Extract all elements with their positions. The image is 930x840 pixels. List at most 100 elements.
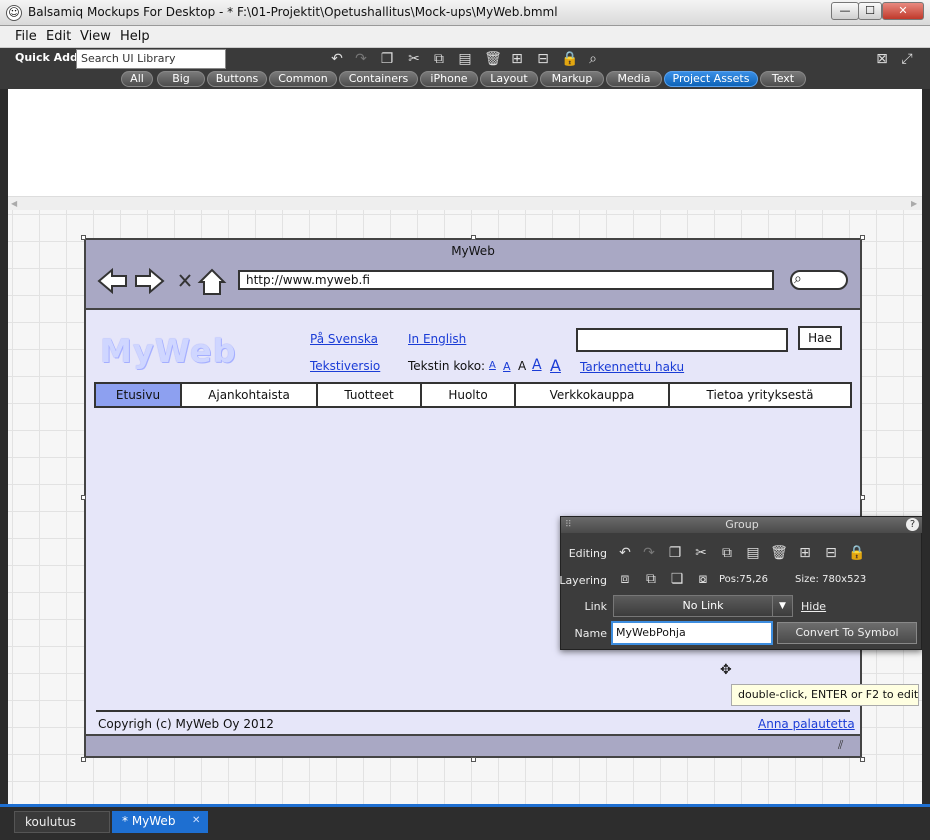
- site-search-input[interactable]: [576, 328, 788, 352]
- tab-common[interactable]: Common: [269, 71, 337, 87]
- quick-add-toolbar: Quick Add: Search UI Library ↶ ↷ ❐ ✂ ⧉ ▤…: [0, 48, 930, 70]
- tab-text[interactable]: Text: [760, 71, 806, 87]
- horizontal-scrollbar[interactable]: ◀ ▶: [8, 196, 922, 210]
- nav-tab-huolto[interactable]: Huolto: [422, 384, 516, 406]
- back-arrow-icon: [97, 267, 127, 295]
- menu-view[interactable]: View: [80, 29, 111, 44]
- tab-iphone[interactable]: iPhone: [420, 71, 478, 87]
- lock-icon[interactable]: 🔒: [847, 543, 867, 563]
- scroll-left-icon[interactable]: ◀: [11, 199, 17, 208]
- bring-forward-icon[interactable]: ⧉: [641, 569, 661, 589]
- tab-markup[interactable]: Markup: [540, 71, 604, 87]
- resize-grip-icon[interactable]: ⫽: [838, 738, 843, 753]
- link-tekstiversio[interactable]: Tekstiversio: [310, 359, 380, 373]
- delete-mockup-icon[interactable]: ⊠: [873, 50, 891, 68]
- tab-buttons[interactable]: Buttons: [207, 71, 267, 87]
- send-to-back-icon[interactable]: ⧇: [693, 569, 713, 589]
- nav-tab-tietoa-yrityksesta[interactable]: Tietoa yrityksestä: [670, 384, 850, 406]
- hae-button[interactable]: Hae: [798, 326, 842, 350]
- selection-handle[interactable]: [81, 495, 86, 500]
- scroll-right-icon[interactable]: ▶: [911, 199, 917, 208]
- text-size-l[interactable]: A: [532, 357, 542, 373]
- layering-label: Layering: [559, 574, 607, 587]
- selection-handle[interactable]: [81, 235, 86, 240]
- paste-icon[interactable]: ▤: [456, 50, 474, 68]
- lock-icon[interactable]: 🔒: [561, 50, 579, 68]
- bring-to-front-icon[interactable]: ⧈: [615, 569, 635, 589]
- maximize-button[interactable]: ☐: [858, 2, 882, 20]
- redo-icon[interactable]: ↷: [639, 543, 659, 563]
- cut-icon[interactable]: ✂: [405, 50, 423, 68]
- link-pa-svenska[interactable]: På Svenska: [310, 332, 378, 346]
- name-field[interactable]: MyWebPohja: [611, 621, 773, 645]
- nav-tab-ajankohtaista[interactable]: Ajankohtaista: [182, 384, 318, 406]
- tab-media[interactable]: Media: [606, 71, 662, 87]
- drag-grip-icon[interactable]: ⠿: [565, 517, 572, 533]
- ungroup-icon[interactable]: ⊟: [821, 543, 841, 563]
- menu-help[interactable]: Help: [120, 29, 150, 44]
- selection-handle[interactable]: [471, 235, 476, 240]
- footer-divider: [96, 710, 850, 712]
- fullscreen-icon[interactable]: ⤢: [898, 50, 916, 68]
- selection-handle[interactable]: [471, 757, 476, 762]
- tab-big[interactable]: Big: [157, 71, 205, 87]
- nav-tab-etusivu[interactable]: Etusivu: [96, 384, 182, 406]
- tab-containers[interactable]: Containers: [339, 71, 418, 87]
- text-size-xs[interactable]: A: [489, 360, 496, 371]
- tab-all[interactable]: All: [121, 71, 153, 87]
- link-tarkennettu-haku[interactable]: Tarkennettu haku: [580, 360, 684, 374]
- copy-icon[interactable]: ⧉: [430, 50, 448, 68]
- selection-handle[interactable]: [81, 757, 86, 762]
- position-value: 75,26: [739, 574, 769, 585]
- duplicate-icon[interactable]: ❐: [378, 50, 396, 68]
- document-tab-bar: koulutus * MyWeb ✕: [0, 804, 930, 840]
- paste-icon[interactable]: ▤: [743, 543, 763, 563]
- chevron-down-icon[interactable]: ▼: [772, 596, 792, 616]
- inspector-header[interactable]: ⠿ Group ?: [561, 517, 922, 533]
- minimize-button[interactable]: —: [831, 2, 859, 20]
- delete-icon[interactable]: 🗑: [769, 543, 789, 563]
- browser-search-field[interactable]: ⌕: [790, 270, 848, 290]
- menu-edit[interactable]: Edit: [46, 29, 71, 44]
- ungroup-icon[interactable]: ⊟: [534, 50, 552, 68]
- mockup-canvas[interactable]: MyWeb http://www.myweb.fi ⌕ MyWeb På Sve…: [8, 210, 922, 804]
- duplicate-icon[interactable]: ❐: [665, 543, 685, 563]
- search-ui-library-input[interactable]: Search UI Library: [76, 49, 226, 69]
- search-icon[interactable]: ⌕: [584, 50, 602, 68]
- nav-tab-verkkokauppa[interactable]: Verkkokauppa: [516, 384, 670, 406]
- doc-tab-myweb[interactable]: * MyWeb ✕: [112, 811, 208, 833]
- undo-icon[interactable]: ↶: [615, 543, 635, 563]
- browser-title: MyWeb: [451, 244, 495, 258]
- text-size-s[interactable]: A: [503, 360, 511, 373]
- window-title-bar: ☺ Balsamiq Mockups For Desktop - * F:\01…: [0, 0, 930, 26]
- convert-to-symbol-button[interactable]: Convert To Symbol: [777, 622, 917, 644]
- address-bar[interactable]: http://www.myweb.fi: [238, 270, 774, 290]
- selection-handle[interactable]: [860, 495, 865, 500]
- link-dropdown[interactable]: No Link ▼: [613, 595, 793, 617]
- move-cursor-icon: ✥: [720, 662, 732, 678]
- group-icon[interactable]: ⊞: [508, 50, 526, 68]
- selection-handle[interactable]: [860, 235, 865, 240]
- tab-layout[interactable]: Layout: [480, 71, 538, 87]
- redo-icon[interactable]: ↷: [352, 50, 370, 68]
- nav-tab-tuotteet[interactable]: Tuotteet: [318, 384, 422, 406]
- copy-icon[interactable]: ⧉: [717, 543, 737, 563]
- text-size-m[interactable]: A: [518, 359, 526, 373]
- tab-project-assets[interactable]: Project Assets: [664, 71, 758, 87]
- link-anna-palautetta[interactable]: Anna palautetta: [758, 717, 855, 731]
- group-icon[interactable]: ⊞: [795, 543, 815, 563]
- text-size-xl[interactable]: A: [550, 356, 561, 375]
- link-in-english[interactable]: In English: [408, 332, 466, 346]
- doc-tab-koulutus[interactable]: koulutus: [14, 811, 110, 833]
- browser-window-mockup[interactable]: MyWeb http://www.myweb.fi ⌕ MyWeb På Sve…: [84, 238, 862, 758]
- hide-link[interactable]: Hide: [801, 600, 826, 613]
- selection-handle[interactable]: [860, 757, 865, 762]
- menu-file[interactable]: File: [15, 29, 37, 44]
- delete-icon[interactable]: 🗑: [484, 50, 502, 68]
- close-window-button[interactable]: ✕: [882, 2, 924, 20]
- send-backward-icon[interactable]: ❏: [667, 569, 687, 589]
- close-tab-icon[interactable]: ✕: [192, 811, 200, 831]
- undo-icon[interactable]: ↶: [328, 50, 346, 68]
- help-icon[interactable]: ?: [906, 518, 919, 531]
- cut-icon[interactable]: ✂: [691, 543, 711, 563]
